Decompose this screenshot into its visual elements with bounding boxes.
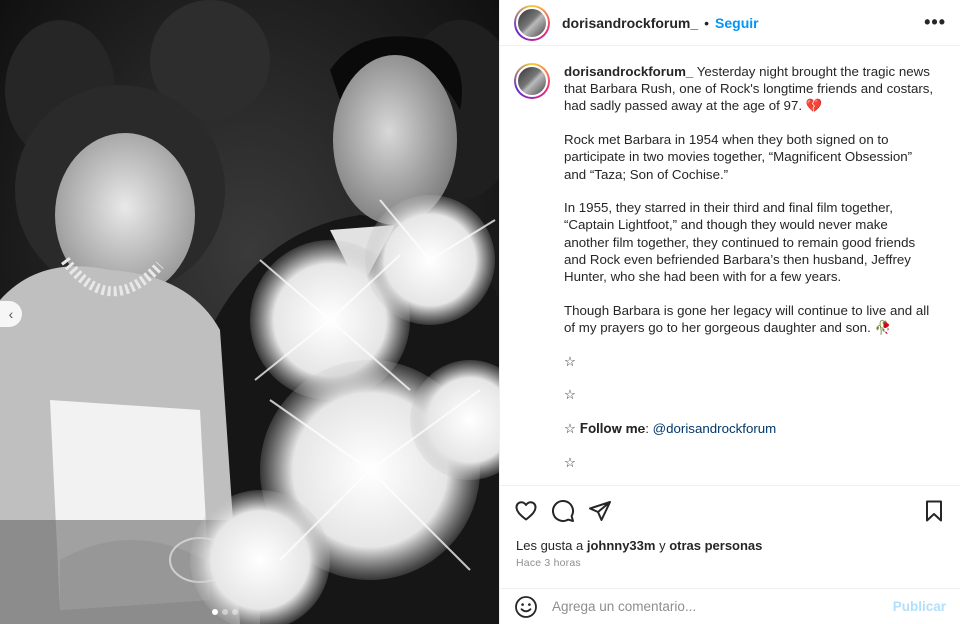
post-photo[interactable]: ‹ bbox=[0, 0, 499, 624]
share-icon[interactable] bbox=[588, 499, 612, 523]
avatar[interactable] bbox=[514, 4, 550, 41]
emoji-icon[interactable] bbox=[514, 595, 538, 619]
caption-paragraph-3: In 1955, they starred in their third and… bbox=[564, 200, 916, 285]
carousel-dot-active bbox=[212, 609, 218, 615]
carousel-dots bbox=[212, 609, 238, 615]
liker-username[interactable]: johnny33m bbox=[587, 538, 656, 553]
star-line: ☆ bbox=[564, 353, 576, 369]
separator-dot: • bbox=[704, 14, 710, 31]
post-panel: dorisandrockforum_ • Seguir ••• dorisand… bbox=[499, 0, 960, 624]
star-line: ☆ bbox=[564, 387, 576, 403]
follow-button[interactable]: Seguir bbox=[715, 15, 759, 31]
heart-icon[interactable] bbox=[514, 499, 538, 523]
caption-username[interactable]: dorisandrockforum_ bbox=[564, 64, 693, 79]
likes-others-link[interactable]: otras personas bbox=[669, 538, 762, 553]
chevron-left-icon: ‹ bbox=[8, 306, 14, 322]
username-link[interactable]: dorisandrockforum_ bbox=[562, 15, 698, 31]
star-line: ☆ bbox=[564, 454, 576, 470]
comment-input[interactable] bbox=[552, 599, 893, 614]
caption-text: dorisandrockforum_ Yesterday night broug… bbox=[564, 63, 936, 485]
caption-area[interactable]: dorisandrockforum_ Yesterday night broug… bbox=[500, 47, 960, 486]
caption-avatar[interactable] bbox=[514, 63, 550, 99]
publish-button[interactable]: Publicar bbox=[893, 599, 946, 614]
photo-image bbox=[0, 0, 499, 624]
rose-emoji: 🥀 bbox=[874, 319, 892, 335]
more-options-icon[interactable]: ••• bbox=[924, 12, 946, 33]
carousel-dot bbox=[232, 609, 238, 615]
broken-heart-emoji: 💔 bbox=[805, 98, 823, 114]
likes-text: Les gusta a johnny33m y otras personas bbox=[516, 538, 762, 553]
post-timestamp[interactable]: Hace 3 horas bbox=[516, 557, 581, 569]
caption-paragraph-2: Rock met Barbara in 1954 when they both … bbox=[564, 132, 913, 182]
mention-link[interactable]: @dorisandrockforum bbox=[653, 421, 777, 436]
likes-conjunction: y bbox=[655, 538, 670, 553]
post-header: dorisandrockforum_ • Seguir ••• bbox=[500, 0, 960, 46]
follow-me-label: ☆ 𝐅𝐨𝐥𝐥𝐨𝐰 𝐦𝐞: bbox=[564, 421, 653, 437]
bookmark-icon[interactable] bbox=[922, 499, 946, 523]
carousel-dot bbox=[222, 609, 228, 615]
comment-bar: Publicar bbox=[500, 588, 960, 624]
comment-icon[interactable] bbox=[551, 499, 575, 523]
action-bar bbox=[514, 498, 946, 524]
likes-prefix: Les gusta a bbox=[516, 538, 587, 553]
